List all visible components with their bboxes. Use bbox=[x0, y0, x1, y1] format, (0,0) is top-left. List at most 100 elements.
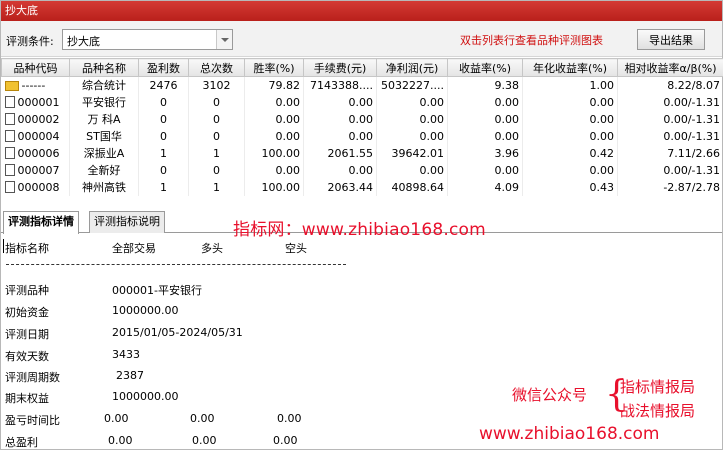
table-cell-text: 7143388.... bbox=[310, 78, 373, 92]
table-cell: 9.38 bbox=[447, 76, 523, 94]
document-icon bbox=[4, 112, 15, 125]
chevron-down-icon[interactable] bbox=[216, 30, 232, 49]
table-cell-text: 深振业A bbox=[83, 147, 125, 160]
table-cell-text: 0.00 bbox=[589, 129, 615, 143]
table-cell-text: 0 bbox=[213, 129, 220, 143]
table-cell: 0.00/-1.31 bbox=[617, 93, 723, 111]
table-cell-text: 1 bbox=[160, 146, 167, 160]
table-cell-text: 全新好 bbox=[87, 164, 121, 177]
detail-header-all: 全部交易 bbox=[112, 242, 156, 255]
col-header-net-profit[interactable]: 净利润(元) bbox=[376, 58, 448, 77]
table-cell: 0.00 bbox=[376, 110, 448, 128]
table-cell-text: 1 bbox=[213, 146, 220, 160]
table-cell-text: 0.00 bbox=[419, 129, 445, 143]
condition-select[interactable]: 抄大底 bbox=[62, 29, 233, 50]
table-cell: 0.00 bbox=[447, 161, 523, 179]
detail-header-long: 多头 bbox=[201, 242, 223, 255]
table-cell: 0 bbox=[138, 110, 189, 128]
table-cell: ------ bbox=[1, 76, 70, 94]
table-cell: 000008 bbox=[1, 178, 70, 196]
table-cell: 1.00 bbox=[522, 76, 618, 94]
table-cell: 0 bbox=[188, 110, 245, 128]
table-cell-text: 0.00 bbox=[419, 95, 445, 109]
table-cell: 39642.01 bbox=[376, 144, 448, 162]
detail-label-date-range: 评测日期 bbox=[5, 328, 49, 341]
table-cell-text: 0.00 bbox=[494, 112, 520, 126]
condition-label: 评测条件: bbox=[6, 35, 54, 48]
table-cell: 0.00 bbox=[303, 110, 377, 128]
table-row[interactable]: 000001 平安银行 0 0 0.00 0.00 0.00 0.00 0.00 0.00/-1.… bbox=[1, 93, 723, 111]
table-cell: 79.82 bbox=[244, 76, 304, 94]
col-header-fee[interactable]: 手续费(元) bbox=[303, 58, 377, 77]
table-cell-text: 1.00 bbox=[589, 78, 615, 92]
table-cell-text: 0 bbox=[213, 163, 220, 177]
table-cell: 100.00 bbox=[244, 144, 304, 162]
table-cell: 0.00 bbox=[244, 127, 304, 145]
table-cell: 0.00 bbox=[447, 93, 523, 111]
table-cell: 0.00 bbox=[522, 110, 618, 128]
table-cell-text: 0.42 bbox=[589, 146, 615, 160]
table-cell: 0.00/-1.31 bbox=[617, 161, 723, 179]
table-cell: 0.00 bbox=[244, 110, 304, 128]
col-header-relative-return[interactable]: 相对收益率α/β(%) bbox=[617, 58, 723, 77]
col-header-return[interactable]: 收益率(%) bbox=[447, 58, 523, 77]
table-cell-text: 0.00 bbox=[494, 95, 520, 109]
table-cell-text: 0.00 bbox=[589, 112, 615, 126]
table-row[interactable]: ------ 综合统计 2476 3102 79.82 7143388.... 503222… bbox=[1, 76, 723, 94]
table-cell: 深振业A bbox=[69, 144, 139, 162]
table-cell: 0.00 bbox=[522, 161, 618, 179]
table-cell-text: 0.00 bbox=[348, 95, 374, 109]
table-cell-text: 0.43 bbox=[589, 180, 615, 194]
detail-value-pl-time-ratio-short: 0.00 bbox=[277, 412, 302, 425]
detail-header-metric: 指标名称 bbox=[5, 242, 49, 255]
table-cell-text: 0.00 bbox=[348, 129, 374, 143]
table-cell: 2061.55 bbox=[303, 144, 377, 162]
table-row[interactable]: 000008 神州高铁 1 1 100.00 2063.44 40898.64 4.09 0.4… bbox=[1, 178, 723, 196]
table-cell: 000004 bbox=[1, 127, 70, 145]
table-cell: 0 bbox=[138, 127, 189, 145]
table-cell: 8.22/8.07 bbox=[617, 76, 723, 94]
table-cell: 0 bbox=[188, 161, 245, 179]
table-row[interactable]: 000002 万 科A 0 0 0.00 0.00 0.00 0.00 0.00 0.00/-1.… bbox=[1, 110, 723, 128]
table-cell-text: 0.00 bbox=[589, 95, 615, 109]
app-window: 抄大底 评测条件: 抄大底 双击列表行查看品种评测图表 导出结果 品种代码 品种… bbox=[0, 0, 723, 450]
toolbar: 评测条件: 抄大底 双击列表行查看品种评测图表 导出结果 bbox=[1, 21, 722, 57]
table-cell-text: 1 bbox=[213, 180, 220, 194]
table-cell: 0.00 bbox=[303, 161, 377, 179]
detail-value-periods: 2387 bbox=[116, 369, 144, 382]
detail-value-valid-days: 3433 bbox=[112, 348, 140, 361]
table-row[interactable]: 000004 ST国华 0 0 0.00 0.00 0.00 0.00 0.00 0.00/-1.… bbox=[1, 127, 723, 145]
table-cell: 3102 bbox=[188, 76, 245, 94]
col-header-annual-return[interactable]: 年化收益率(%) bbox=[522, 58, 618, 77]
table-cell: 100.00 bbox=[244, 178, 304, 196]
col-header-win-count[interactable]: 盈利数 bbox=[138, 58, 189, 77]
table-row[interactable]: 000007 全新好 0 0 0.00 0.00 0.00 0.00 0.00 0.00/-1.3… bbox=[1, 161, 723, 179]
tab-metric-description[interactable]: 评测指标说明 bbox=[89, 211, 165, 233]
table-cell-text: 0.00 bbox=[589, 163, 615, 177]
table-cell: 0.00 bbox=[447, 110, 523, 128]
table-cell-text: 0 bbox=[160, 112, 167, 126]
col-header-win-rate[interactable]: 胜率(%) bbox=[244, 58, 304, 77]
double-click-hint: 双击列表行查看品种评测图表 bbox=[460, 34, 603, 47]
document-icon bbox=[4, 95, 15, 108]
table-cell: 4.09 bbox=[447, 178, 523, 196]
col-header-total-count[interactable]: 总次数 bbox=[188, 58, 245, 77]
table-cell: 0.00 bbox=[447, 127, 523, 145]
table-cell-text: 神州高铁 bbox=[82, 181, 126, 194]
detail-label-total-profit: 总盈利 bbox=[5, 436, 38, 449]
table-cell: 万 科A bbox=[69, 110, 139, 128]
tab-metric-details[interactable]: 评测指标详情 bbox=[3, 211, 79, 234]
table-cell-text: 000002 bbox=[17, 112, 60, 126]
table-row[interactable]: 000006 深振业A 1 1 100.00 2061.55 39642.01 3.96 0.4… bbox=[1, 144, 723, 162]
export-results-button[interactable]: 导出结果 bbox=[637, 29, 705, 50]
table-cell-text: 0.00 bbox=[275, 95, 301, 109]
col-header-code[interactable]: 品种代码 bbox=[1, 58, 70, 77]
table-cell: 平安银行 bbox=[69, 93, 139, 111]
table-cell: 7143388.... bbox=[303, 76, 377, 94]
table-cell-text: 0.00 bbox=[348, 112, 374, 126]
table-cell-text: 0.00 bbox=[275, 112, 301, 126]
table-cell-text: 100.00 bbox=[261, 180, 301, 194]
table-cell: 2476 bbox=[138, 76, 189, 94]
col-header-name[interactable]: 品种名称 bbox=[69, 58, 139, 77]
table-cell-text: 40898.64 bbox=[391, 180, 445, 194]
